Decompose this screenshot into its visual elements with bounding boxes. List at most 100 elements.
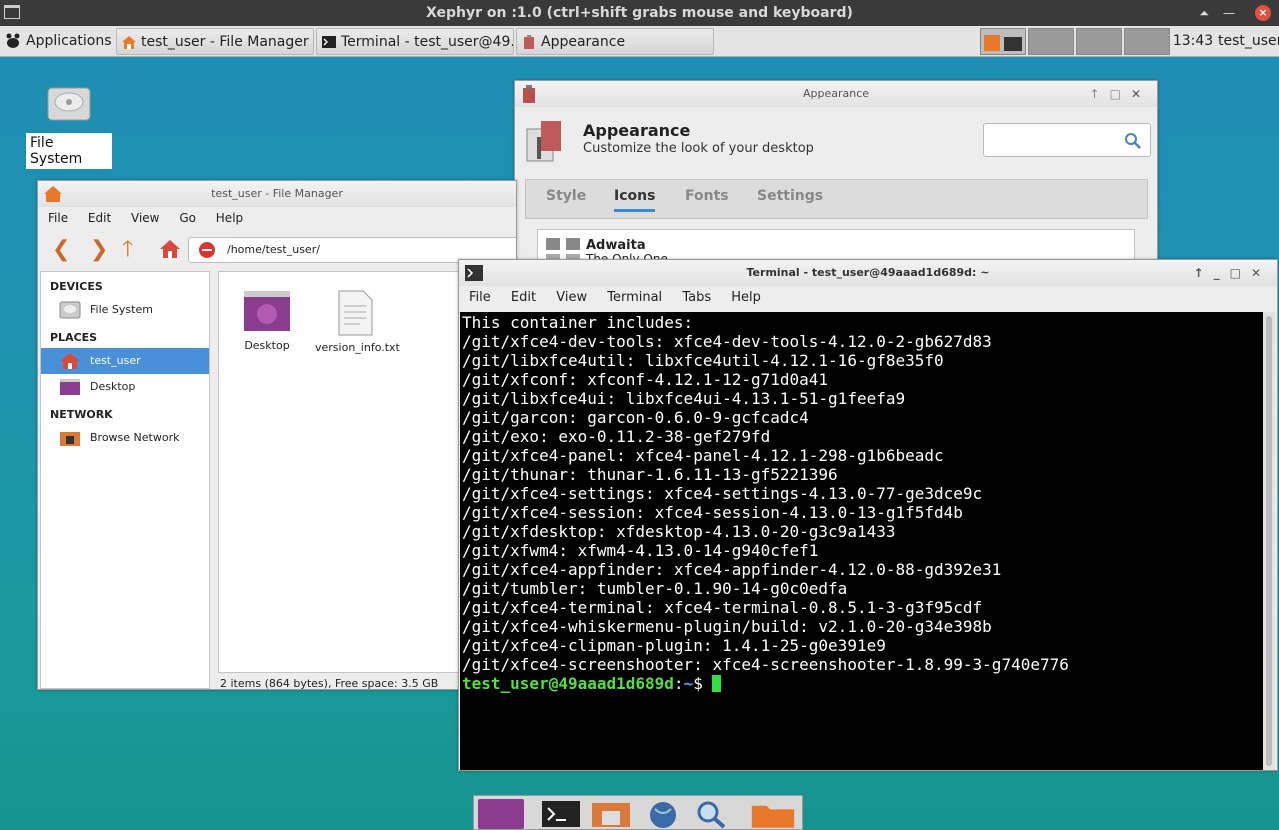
workspace-3[interactable] [1076,28,1122,55]
menu-edit[interactable]: Edit [88,211,111,225]
terminal-line: /git/xfce4-terminal: xfce4-terminal-0.8.… [462,598,983,617]
tab-settings[interactable]: Settings [757,188,823,204]
menu-edit[interactable]: Edit [511,290,536,305]
network-folder-icon [60,432,80,446]
stop-icon[interactable] [199,242,215,258]
sidebar-header-network: NETWORK [50,408,113,421]
desktop-folder-icon [60,379,80,395]
terminal-menubar: File Edit View Terminal Tabs Help [459,286,1277,312]
task-appearance[interactable]: Appearance [516,28,714,55]
app-finder-icon[interactable] [688,799,734,829]
file-item-version-info[interactable]: version_info.txt [315,290,400,354]
web-browser-icon[interactable] [640,799,686,829]
terminal-icon [465,265,483,281]
bottom-dock [473,795,803,830]
applications-menu-button[interactable]: Applications [2,28,112,55]
search-input[interactable] [983,123,1151,157]
file-manager-titlebar: test_user - File Manager [38,181,516,207]
appearance-icon [524,35,534,49]
file-manager-toolbar: ❮ ❯ 🡑 /home/test_user/ [38,229,516,271]
file-manager-window: test_user - File Manager File Edit View … [37,180,517,690]
task-file-manager[interactable]: test_user - File Manager [116,28,314,55]
menu-help[interactable]: Help [216,211,243,225]
terminal-line: /git/thunar: thunar-1.6.11-13-gf5221396 [462,465,838,484]
status-bar: 2 items (864 bytes), Free space: 3.5 GB [220,677,439,690]
harddisk-icon [47,87,91,121]
desktop-icon-label: File System [26,133,112,169]
harddisk-icon [59,301,81,319]
terminal-line: /git/xfwm4: xfwm4-4.13.0-14-g940cfef1 [462,541,819,560]
terminal-line: This container includes: [462,313,694,332]
terminal-prompt: test_user@49aaad1d689d:~$ [462,674,1262,693]
clock[interactable]: 13:43 [1172,28,1214,55]
terminal-output[interactable]: This container includes:/git/xfce4-dev-t… [460,312,1264,770]
shade-icon[interactable]: ⏶ [1199,0,1209,26]
desktop-folder-icon [244,291,290,331]
theme-name: Adwaita [586,238,646,253]
tab-fonts[interactable]: Fonts [685,188,729,204]
terminal-line: /git/tumbler: tumbler-0.1.90-14-g0c0edfa [462,579,848,598]
workspace-thumbnail-icon [984,35,1022,51]
close-icon[interactable]: × [1255,5,1271,21]
home-folder-icon [122,36,136,49]
xephyr-titlebar: Xephyr on :1.0 (ctrl+shift grabs mouse a… [0,0,1279,26]
terminal-line: /git/xfce4-whiskermenu-plugin/build: v2.… [462,617,992,636]
terminal-line: /git/xfce4-settings: xfce4-settings-4.13… [462,484,983,503]
file-manager-launcher-icon[interactable] [588,799,634,829]
sidebar-item-browse-network[interactable]: Browse Network [41,425,209,451]
terminal-line: /git/libxfce4ui: libxfce4ui-4.13.1-51-g1… [462,389,906,408]
terminal-scrollbar[interactable] [1263,312,1275,770]
appearance-large-icon [526,121,561,162]
terminal-line: /git/libxfce4util: libxfce4util-4.12.1-1… [462,351,944,370]
xephyr-title: Xephyr on :1.0 (ctrl+shift grabs mouse a… [426,5,853,21]
file-manager-menubar: File Edit View Go Help [38,207,516,229]
terminal-lines: This container includes:/git/xfce4-dev-t… [462,313,1262,674]
workspace-1[interactable] [980,28,1026,55]
tab-style[interactable]: Style [546,188,586,204]
folder-launcher-icon[interactable] [750,799,796,829]
menu-tabs[interactable]: Tabs [682,290,711,305]
appearance-subtitle: Customize the look of your desktop [583,141,814,156]
sidebar-item-desktop[interactable]: Desktop [41,374,209,400]
terminal-line: /git/xfce4-panel: xfce4-panel-4.12.1-298… [462,446,944,465]
task-terminal[interactable]: Terminal - test_user@49... [316,28,514,55]
forward-arrow-icon[interactable]: ❯ [90,239,108,261]
text-file-icon [338,290,373,336]
appearance-titlebar: Appearance ↑□✕ [515,81,1157,107]
terminal-line: /git/xfce4-appfinder: xfce4-appfinder-4.… [462,560,1002,579]
home-folder-icon [44,186,62,202]
menu-help[interactable]: Help [731,290,761,305]
menu-file[interactable]: File [469,290,491,305]
terminal-line: /git/xfce4-clipman-plugin: 1.4.1-25-g0e3… [462,636,886,655]
show-desktop-icon[interactable] [478,799,524,829]
menu-view[interactable]: View [556,290,587,305]
file-item-desktop[interactable]: Desktop [227,290,307,352]
appearance-title: Appearance [583,121,691,140]
user-menu[interactable]: test_user [1216,28,1279,55]
terminal-line: /git/xfdesktop: xfdesktop-4.13.0-20-g3c9… [462,522,896,541]
sidebar-item-test-user[interactable]: test_user [41,348,209,374]
appearance-icon [523,85,535,103]
menu-terminal[interactable]: Terminal [607,290,662,305]
terminal-launcher-icon[interactable] [538,799,584,829]
terminal-line: /git/exo: exo-0.11.2-38-gef279fd [462,427,771,446]
minimize-icon[interactable]: — [1223,0,1235,26]
sidebar-item-filesystem[interactable]: File System [41,297,209,323]
window-controls[interactable]: ↑_□✕ [1194,260,1271,286]
back-arrow-icon[interactable]: ❮ [52,239,70,261]
terminal-line: /git/xfce4-session: xfce4-session-4.13.0… [462,503,963,522]
menu-view[interactable]: View [131,211,159,225]
home-icon[interactable] [158,237,182,261]
workspace-4[interactable] [1124,28,1170,55]
up-arrow-icon[interactable]: 🡑 [122,239,133,261]
desktop-filesystem-icon[interactable]: File System [26,84,112,169]
window-controls[interactable]: ↑□✕ [1090,81,1151,107]
terminal-line: /git/xfconf: xfconf-4.12.1-12-g71d0a41 [462,370,829,389]
xfce-mouse-icon [6,33,20,48]
workspace-2[interactable] [1028,28,1074,55]
menu-file[interactable]: File [48,211,68,225]
sidebar-header-places: PLACES [50,331,98,344]
tab-icons[interactable]: Icons [614,188,656,212]
scrollbar-thumb[interactable] [1266,316,1272,766]
menu-go[interactable]: Go [179,211,196,225]
